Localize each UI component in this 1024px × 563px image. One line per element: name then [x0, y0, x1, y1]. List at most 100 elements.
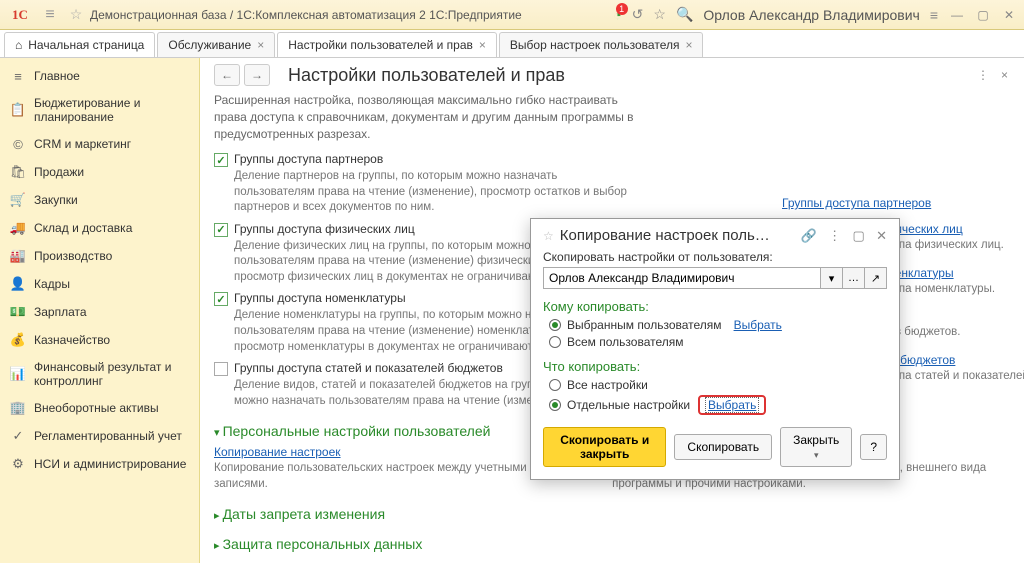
close-button[interactable]: Закрыть — [780, 427, 852, 467]
sidebar-item-6[interactable]: 🏭Производство — [0, 242, 199, 270]
sidebar-item-1[interactable]: 📋Бюджетирование и планирование — [0, 90, 199, 130]
section-protect[interactable]: Защита персональных данных — [214, 536, 1010, 552]
sidebar-item-2[interactable]: © CRM и маркетинг — [0, 130, 199, 158]
sidebar-label: Производство — [34, 249, 112, 263]
sidebar-icon: © — [10, 136, 26, 152]
close-icon[interactable]: ✕ — [876, 228, 887, 243]
from-user-input[interactable] — [543, 267, 821, 289]
sidebar-label: НСИ и администрирование — [34, 457, 186, 471]
sidebar-icon: ⚙ — [10, 456, 26, 472]
more-icon[interactable]: ⋮ — [828, 228, 841, 243]
sidebar-icon: 🛒 — [10, 192, 26, 208]
sidebar-icon: 🏢 — [10, 400, 26, 416]
bell-icon[interactable]: ◔ — [613, 7, 621, 23]
copy-button[interactable]: Скопировать — [674, 434, 772, 460]
sidebar-label: Главное — [34, 69, 80, 83]
close-icon[interactable]: ✕ — [1000, 8, 1018, 22]
sidebar-label: Продажи — [34, 165, 84, 179]
section-dates[interactable]: Даты запрета изменения — [214, 506, 1010, 522]
content-area: ← → Настройки пользователей и прав ⋮ × Р… — [200, 58, 1024, 563]
ellipsis-button[interactable]: … — [843, 267, 865, 289]
close-icon[interactable]: × — [685, 38, 692, 52]
right-link[interactable]: Группы доступа партнеров — [782, 196, 931, 210]
tab-user-settings[interactable]: Настройки пользователей и прав × — [277, 32, 497, 57]
more-icon[interactable]: ⋮ — [977, 68, 989, 82]
forward-button[interactable]: → — [244, 64, 270, 86]
window-controls: — ▢ ✕ — [948, 8, 1018, 22]
checkbox[interactable]: ✓ — [214, 153, 228, 167]
tab-label: Начальная страница — [28, 38, 144, 52]
current-user[interactable]: Орлов Александр Владимирович — [703, 7, 919, 23]
sidebar-item-10[interactable]: 📊Финансовый результат и контроллинг — [0, 354, 199, 394]
dropdown-button[interactable]: ▾ — [821, 267, 843, 289]
sidebar-item-9[interactable]: 💰 Казначейство — [0, 326, 199, 354]
sidebar-icon: ≡ — [10, 68, 26, 84]
checkbox[interactable]: ✓ — [214, 223, 228, 237]
sidebar-item-0[interactable]: ≡ Главное — [0, 62, 199, 90]
copy-settings-link[interactable]: Копирование настроек — [214, 445, 341, 459]
radio-all-settings[interactable] — [549, 379, 561, 391]
copy-close-button[interactable]: Скопировать и закрыть — [543, 427, 666, 467]
page-toolbar: ← → Настройки пользователей и прав — [214, 64, 1010, 86]
select-settings-link[interactable]: Выбрать — [705, 397, 759, 413]
sidebar-label: Регламентированный учет — [34, 429, 182, 443]
history-icon[interactable]: ↺ — [632, 6, 644, 23]
radio-all-users[interactable] — [549, 336, 561, 348]
sidebar-item-3[interactable]: 🛍Продажи — [0, 158, 199, 186]
radio-label: Отдельные настройки — [567, 398, 690, 412]
tab-home[interactable]: ⌂ Начальная страница — [4, 32, 155, 57]
row-desc: Деление партнеров на группы, по которым … — [234, 169, 634, 216]
sidebar-icon: 💵 — [10, 304, 26, 320]
from-label: Скопировать настройки от пользователя: — [543, 250, 887, 264]
checkbox[interactable]: ✓ — [214, 362, 228, 376]
tab-select-settings[interactable]: Выбор настроек пользователя × — [499, 32, 704, 57]
sidebar-icon: 👤 — [10, 276, 26, 292]
back-button[interactable]: ← — [214, 64, 240, 86]
radio-selected-users[interactable] — [549, 319, 561, 331]
row-label: Группы доступа физических лиц — [234, 222, 415, 236]
radio-selected-settings[interactable] — [549, 399, 561, 411]
dialog-title: Копирование настроек поль… — [560, 227, 787, 244]
select-settings-highlight: Выбрать — [698, 395, 766, 415]
sidebar-item-11[interactable]: 🏢Внеоборотные активы — [0, 394, 199, 422]
tab-label: Обслуживание — [168, 38, 251, 52]
sidebar-item-5[interactable]: 🚚Склад и доставка — [0, 214, 199, 242]
sidebar-item-7[interactable]: 👤Кадры — [0, 270, 199, 298]
select-users-link[interactable]: Выбрать — [734, 318, 782, 332]
sidebar-item-8[interactable]: 💵 Зарплата — [0, 298, 199, 326]
menu-icon[interactable]: ≡ — [38, 6, 62, 24]
to-group-title: Кому копировать: — [543, 299, 887, 314]
sidebar-label: Бюджетирование и планирование — [34, 96, 189, 124]
close-page-icon[interactable]: × — [1001, 68, 1008, 82]
sidebar-item-4[interactable]: 🛒 Закупки — [0, 186, 199, 214]
search-icon[interactable]: 🔍 — [676, 6, 693, 23]
close-icon[interactable]: × — [257, 38, 264, 52]
maximize-icon[interactable]: ▢ — [974, 8, 992, 22]
link-icon[interactable]: 🔗 — [801, 228, 817, 243]
sidebar-icon: 💰 — [10, 332, 26, 348]
page-title: Настройки пользователей и прав — [288, 65, 565, 86]
favorite-icon[interactable]: ☆ — [653, 6, 666, 23]
tab-service[interactable]: Обслуживание × — [157, 32, 275, 57]
sidebar-item-12[interactable]: ✓Регламентированный учет — [0, 422, 199, 450]
star-icon[interactable]: ☆ — [543, 229, 554, 243]
star-icon[interactable]: ☆ — [66, 6, 86, 23]
help-button[interactable]: ? — [860, 434, 887, 460]
checkbox[interactable]: ✓ — [214, 292, 228, 306]
row-label: Группы доступа партнеров — [234, 152, 383, 166]
sidebar-label: Финансовый результат и контроллинг — [34, 360, 189, 388]
maximize-icon[interactable]: ▢ — [852, 228, 864, 243]
close-icon[interactable]: × — [479, 38, 486, 52]
user-menu-icon[interactable]: ≡ — [930, 7, 938, 23]
radio-label: Выбранным пользователям — [567, 318, 722, 332]
page-intro: Расширенная настройка, позволяющая макси… — [214, 92, 634, 142]
sidebar-label: CRM и маркетинг — [34, 137, 131, 151]
sidebar-item-13[interactable]: ⚙ НСИ и администрирование — [0, 450, 199, 478]
radio-label: Всем пользователям — [567, 335, 684, 349]
minimize-icon[interactable]: — — [948, 8, 966, 22]
sidebar-label: Закупки — [34, 193, 78, 207]
open-button[interactable]: ↗ — [865, 267, 887, 289]
sidebar-label: Зарплата — [34, 305, 87, 319]
row-label: Группы доступа номенклатуры — [234, 291, 406, 305]
sidebar-label: Казначейство — [34, 333, 110, 347]
